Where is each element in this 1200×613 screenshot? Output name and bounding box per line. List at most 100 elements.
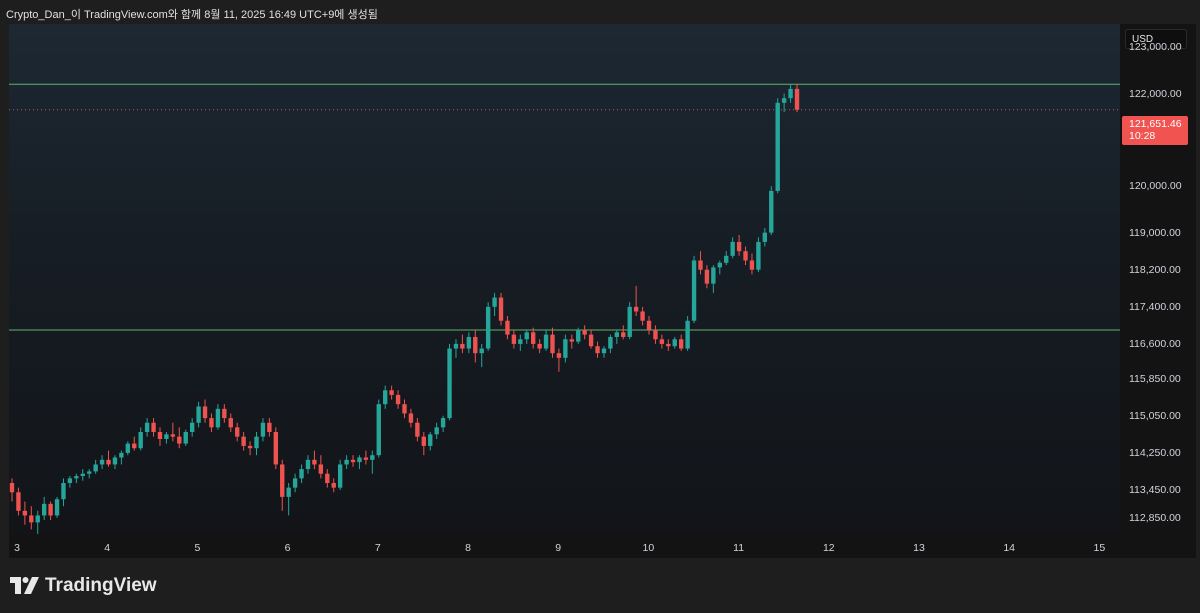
candle [29,506,34,530]
candle [485,302,491,351]
candle-body [16,492,21,511]
candle [595,341,600,358]
candle-body [588,334,594,347]
candle [563,334,568,363]
candle-body [794,88,800,110]
price-tick-label: 118,200.00 [1129,263,1181,276]
time-tick-label: 13 [913,542,925,554]
candle-body [537,343,542,349]
candle-body [524,332,529,340]
candlestick-chart[interactable] [9,24,1120,534]
candle-body [466,336,472,349]
candle-body [22,510,28,516]
candle-body [633,306,639,312]
candle [209,413,214,432]
candle-body [717,262,722,268]
candle-body [505,320,510,335]
chart-plot-area[interactable] [9,24,1120,534]
candle-body [563,339,568,358]
candle [312,450,317,470]
candle [376,399,381,458]
candle [569,334,574,349]
candle [196,401,201,428]
candle-body [666,343,671,347]
candle-body [363,457,369,460]
candle-body [408,413,414,423]
candle [627,302,632,340]
candle-body [749,260,755,270]
candle-body [254,436,259,449]
candle [704,265,710,289]
candle-body [106,459,111,465]
candle-body [286,487,291,497]
candle [678,334,684,351]
candle [383,385,388,409]
candle-body [704,269,710,284]
time-tick-label: 11 [733,542,745,554]
candle [601,346,607,358]
time-tick-label: 15 [1093,542,1106,554]
time-axis[interactable] [9,534,1120,558]
candle [370,450,375,474]
time-tick-label: 5 [194,542,201,554]
candle-body [151,422,156,432]
candle [395,390,401,409]
candle-body [621,332,626,337]
candle [402,399,407,419]
candle [518,334,523,351]
time-tick-label: 3 [14,542,20,554]
candle [67,476,73,488]
price-tick-label: 116,600.00 [1129,337,1181,350]
candle [453,339,459,358]
candle [466,332,472,354]
candle-body [54,499,60,516]
candle-body [170,434,176,437]
candle [646,316,652,335]
candle [280,459,285,511]
candle [254,432,259,456]
candle-body [119,452,124,458]
candle [247,441,253,456]
candle-body [29,515,34,523]
candle-body [724,255,729,263]
candle-body [698,260,703,270]
candle [672,336,677,349]
candle-body [531,332,536,344]
candle [48,501,53,521]
candle-body [421,436,426,446]
brand-name: TradingView [45,575,157,596]
candle [531,327,536,349]
candle-body [653,330,658,340]
candle-body [318,464,324,474]
candle-body [325,473,330,483]
candle [87,469,92,479]
candle [550,327,555,358]
candle-body [608,336,613,349]
price-tick-label: 117,400.00 [1129,300,1181,313]
candle [41,496,47,521]
candle [608,334,613,354]
candle [35,510,40,534]
candle [537,339,542,354]
candle-body [756,241,761,270]
chart-header: Crypto_Dan_이 TradingView.com와 함께 8월 11, … [6,9,378,21]
price-tick-label: 113,450.00 [1129,483,1181,496]
tradingview-logo[interactable]: TradingView [10,575,157,597]
candle [685,316,690,351]
candle [421,432,426,456]
candle-body [769,190,774,233]
candle [228,413,233,432]
candle-body [273,432,278,465]
candle-body [440,418,446,428]
candle-body [67,478,73,483]
candle-body [492,297,497,307]
candle-body [112,457,118,465]
candle-body [132,443,137,449]
candle-body [164,434,169,439]
candle-body [202,406,208,419]
candle-body [80,473,85,477]
candle-body [453,343,459,349]
candle-body [659,339,665,344]
candle [9,478,15,502]
candle-body [498,297,504,321]
